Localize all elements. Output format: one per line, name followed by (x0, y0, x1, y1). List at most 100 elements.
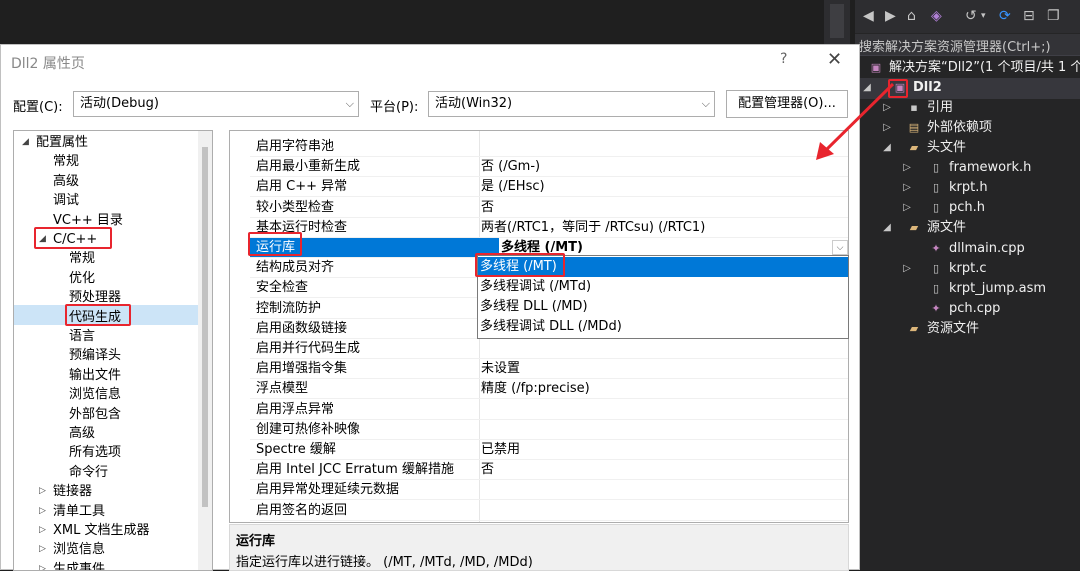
property-row[interactable]: 启用字符串池 (250, 137, 848, 157)
tree-item[interactable]: ▷ 浏览信息 (14, 540, 198, 559)
property-row[interactable]: 浮点模型 精度 (/fp:precise) (250, 379, 848, 400)
property-row[interactable]: 创建可热修补映像 (250, 420, 848, 440)
sync-icon[interactable]: ⟳ (999, 8, 1011, 24)
solution-tree-label: 资源文件 (927, 321, 980, 336)
tree-item[interactable]: ▷ 清单工具 (14, 502, 198, 521)
property-row[interactable]: 启用签名的返回 (250, 501, 848, 521)
property-value[interactable]: 精度 (/fp:precise) (481, 379, 590, 399)
solution-tree-item[interactable]: ▷ ▯ pch.h (855, 198, 1080, 218)
tree-item[interactable]: 所有选项 (14, 443, 198, 462)
tree-item-label: XML 文档生成器 (53, 523, 150, 538)
property-value[interactable]: 两者(/RTC1，等同于 /RTCsu) (/RTC1) (481, 218, 705, 238)
property-value[interactable]: 否 (/Gm-) (481, 157, 540, 177)
back-icon[interactable]: ◀ (863, 8, 874, 24)
property-pages-dialog: Dll2 属性页 ? ✕ 配置(C): 活动(Debug) ⌵ 平台(P): 活… (0, 44, 860, 571)
property-row[interactable]: 启用最小重新生成 否 (/Gm-) (250, 157, 848, 178)
property-name: 启用函数级链接 (256, 320, 348, 336)
collapsed-arrow-icon[interactable]: ▷ (901, 259, 913, 279)
tree-item[interactable]: 输出文件 (14, 366, 198, 385)
property-row[interactable]: 启用并行代码生成 (250, 339, 848, 359)
solution-tree-item[interactable]: ✦ dllmain.cpp (855, 239, 1080, 259)
tree-item[interactable]: 语言 (14, 327, 198, 346)
switch-views-icon[interactable]: ◈ (931, 8, 942, 24)
tree-item[interactable]: 外部包含 (14, 405, 198, 424)
property-row[interactable]: 启用异常处理延续元数据 (250, 480, 848, 501)
property-row[interactable]: 启用 Intel JCC Erratum 缓解措施 否 (250, 460, 848, 481)
tree-item[interactable]: 高级 (14, 424, 198, 443)
tree-item-label: 输出文件 (69, 367, 122, 383)
property-row[interactable]: 启用增强指令集 未设置 (250, 359, 848, 380)
dropdown-option[interactable]: 多线程调试 DLL (/MDd) (478, 317, 848, 337)
property-value[interactable]: 是 (/EHsc) (481, 177, 545, 197)
property-value[interactable]: 否 (481, 460, 494, 480)
tree-item[interactable]: ▷ 链接器 (14, 482, 198, 501)
close-button[interactable]: ✕ (827, 49, 842, 70)
history-icon[interactable]: ↺ (965, 8, 977, 24)
solution-tree-item[interactable]: ▷ ▯ krpt.h (855, 178, 1080, 198)
platform-select[interactable]: 活动(Win32) ⌵ (428, 91, 715, 117)
header-file-icon: ▯ (932, 161, 940, 174)
tree-item[interactable]: 常规 (14, 152, 198, 171)
collapsed-arrow-icon[interactable]: ▷ (901, 178, 913, 198)
highlight-mt-option (475, 253, 565, 277)
collapse-all-icon[interactable]: ⊟ (1023, 8, 1035, 24)
tree-item[interactable]: 浏览信息 (14, 385, 198, 404)
tree-item[interactable]: ◢ 配置属性 (14, 133, 198, 152)
solution-tree-item[interactable]: ◢ ▰ 源文件 (855, 218, 1080, 238)
dropdown-option[interactable]: 多线程调试 (/MTd) (478, 277, 848, 297)
collapsed-arrow-icon[interactable]: ▷ (39, 560, 46, 570)
collapsed-arrow-icon[interactable]: ▷ (39, 540, 46, 559)
solution-search-input[interactable]: 搜索解决方案资源管理器(Ctrl+;) (855, 34, 1080, 56)
tree-item-label: 常规 (69, 251, 96, 267)
tree-item[interactable]: 命令行 (14, 463, 198, 482)
highlight-runtime-library (248, 232, 302, 256)
collapsed-arrow-icon[interactable]: ▷ (39, 502, 46, 521)
tree-scrollbar[interactable] (198, 131, 212, 570)
property-value[interactable]: 已禁用 (481, 440, 520, 460)
chevron-down-icon[interactable]: ▾ (981, 8, 986, 24)
collapsed-arrow-icon[interactable]: ▷ (901, 198, 913, 218)
property-value[interactable]: 否 (481, 198, 494, 218)
chevron-down-icon[interactable]: ⌵ (832, 240, 848, 255)
property-row[interactable]: 较小类型检查 否 (250, 198, 848, 218)
solution-icon: ▣ (870, 61, 882, 74)
solution-tree-item[interactable]: ▷ ▯ krpt.c (855, 259, 1080, 279)
collapsed-arrow-icon[interactable]: ▷ (39, 482, 46, 501)
chevron-down-icon: ⌵ (345, 97, 354, 110)
references-icon: ▪ (910, 101, 918, 114)
dropdown-option[interactable]: 多线程 DLL (/MD) (478, 297, 848, 317)
property-row[interactable]: 启用浮点异常 (250, 400, 848, 420)
property-row[interactable]: 启用 C++ 异常 是 (/EHsc) (250, 177, 848, 198)
tree-item[interactable]: 预编译头 (14, 346, 198, 365)
editor-scrollbar[interactable] (824, 0, 850, 44)
forward-icon[interactable]: ▶ (885, 8, 896, 24)
tree-item[interactable]: 常规 (14, 249, 198, 268)
folder-icon: ▰ (909, 221, 919, 234)
property-value[interactable]: 未设置 (481, 359, 520, 379)
solution-tree-item[interactable]: ▣ 解决方案“Dll2”(1 个项目/共 1 个 (855, 58, 1080, 78)
tree-item[interactable]: ▷ XML 文档生成器 (14, 521, 198, 540)
property-name: 启用浮点异常 (256, 401, 335, 417)
config-select[interactable]: 活动(Debug) ⌵ (73, 91, 359, 117)
expanded-arrow-icon[interactable]: ◢ (881, 218, 893, 238)
help-button[interactable]: ? (780, 51, 787, 67)
home-icon[interactable]: ⌂ (907, 8, 916, 24)
solution-tree-item[interactable]: ✦ pch.cpp (855, 299, 1080, 319)
property-row[interactable]: Spectre 缓解 已禁用 (250, 440, 848, 460)
solution-tree-item[interactable]: ▰ 资源文件 (855, 319, 1080, 339)
scrollbar-thumb[interactable] (830, 4, 844, 38)
solution-tree-item[interactable]: ▯ krpt_jump.asm (855, 279, 1080, 299)
tree-item[interactable]: 高级 (14, 172, 198, 191)
solution-tree-label: pch.cpp (949, 301, 1001, 316)
collapsed-arrow-icon[interactable]: ▷ (39, 521, 46, 540)
expanded-arrow-icon[interactable]: ◢ (22, 133, 29, 152)
folder-icon: ▰ (909, 322, 919, 335)
collapsed-arrow-icon[interactable]: ▷ (901, 158, 913, 178)
tree-item[interactable]: 调试 (14, 191, 198, 210)
tree-item[interactable]: 优化 (14, 269, 198, 288)
scrollbar-thumb[interactable] (202, 147, 208, 507)
tree-item-label: 配置属性 (36, 135, 89, 150)
property-row[interactable]: 基本运行时检查 两者(/RTC1，等同于 /RTCsu) (/RTC1) (250, 218, 848, 238)
tree-item[interactable]: ▷ 生成事件 (14, 560, 198, 570)
copy-icon[interactable]: ❐ (1047, 8, 1060, 24)
